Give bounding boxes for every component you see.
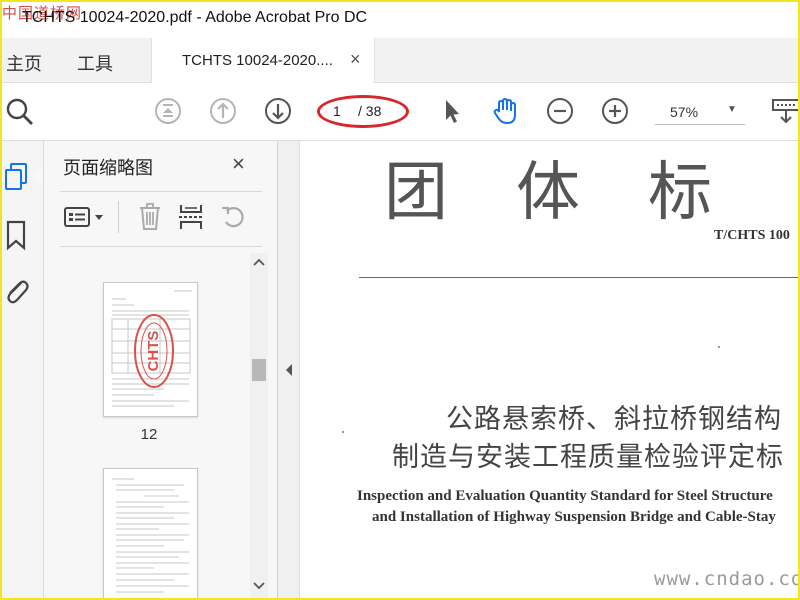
select-cursor-icon[interactable] xyxy=(436,96,466,126)
previous-page-icon[interactable] xyxy=(208,96,238,126)
scroll-down-icon xyxy=(253,582,265,590)
sidebar-rail xyxy=(0,141,44,600)
panel-title: 页面缩略图 xyxy=(63,158,153,178)
thumbnail-page-number: 12 xyxy=(140,426,158,443)
tab-home[interactable]: 主页 xyxy=(6,50,42,76)
page-speck xyxy=(342,431,344,433)
thumbnails-panel: 页面缩略图 × CHTS 12 xyxy=(44,141,278,600)
stamp-text: CHTS xyxy=(145,331,162,372)
next-page-icon[interactable] xyxy=(263,96,293,126)
bookmarks-icon[interactable] xyxy=(3,219,29,251)
toolbar: 1 / 38 57% ▼ xyxy=(0,83,800,141)
title-bar: 中国道桥网 TCHTS 10024-2020.pdf - Adobe Acrob… xyxy=(0,0,800,38)
panel-splitter[interactable] xyxy=(278,141,300,600)
title-en-line2: and Installation of Highway Suspension B… xyxy=(372,509,776,525)
divider xyxy=(60,246,262,247)
zoom-value: 57% xyxy=(670,104,699,120)
document-heading: 团体标 xyxy=(384,156,780,230)
tab-tools[interactable]: 工具 xyxy=(77,50,113,76)
scroll-up-icon xyxy=(253,258,265,266)
extract-pages-icon[interactable] xyxy=(176,202,206,232)
page-thumbnail[interactable] xyxy=(103,468,198,600)
active-panel-pointer xyxy=(32,166,42,186)
standard-code: T/CHTS 100 xyxy=(714,228,790,243)
chts-seal-stamp: CHTS xyxy=(132,311,176,391)
title-en-line1: Inspection and Evaluation Quantity Stand… xyxy=(357,488,773,504)
website-watermark: www.cndao.com xyxy=(654,568,800,590)
delete-page-icon[interactable] xyxy=(135,202,165,232)
page-speck xyxy=(718,346,720,348)
tab-document-label: TCHTS 10024-2020.... xyxy=(182,52,333,69)
zoom-dropdown[interactable]: 57% ▼ xyxy=(655,97,745,125)
search-icon[interactable] xyxy=(4,96,36,128)
title-cn-line2: 制造与安装工程质量检验评定标 xyxy=(392,442,784,473)
attachments-icon[interactable] xyxy=(2,275,30,307)
scroll-mode-icon[interactable] xyxy=(770,96,800,126)
collapse-panel-icon xyxy=(286,364,292,376)
page-thumbnails-icon[interactable] xyxy=(3,161,31,193)
title-cn-line1: 公路悬索桥、斜拉桥钢结构 xyxy=(446,404,782,435)
divider xyxy=(60,191,262,192)
thumbnail-options-button[interactable] xyxy=(63,205,107,229)
header-rule xyxy=(359,277,800,278)
chevron-down-icon: ▼ xyxy=(727,104,737,115)
thumbnail-scrollbar[interactable] xyxy=(250,253,268,598)
tab-document[interactable]: TCHTS 10024-2020.... × xyxy=(151,38,375,83)
scrollbar-thumb[interactable] xyxy=(252,359,266,381)
tab-close-button[interactable]: × xyxy=(350,49,361,70)
panel-close-button[interactable]: × xyxy=(232,151,245,177)
tab-bar: 主页 工具 TCHTS 10024-2020.... × xyxy=(0,38,800,83)
document-view[interactable]: 团体标 T/CHTS 100 公路悬索桥、斜拉桥钢结构 制造与安装工程质量检验评… xyxy=(300,141,800,600)
divider xyxy=(118,201,119,233)
hand-tool-icon[interactable] xyxy=(489,95,521,127)
red-highlight-annotation xyxy=(317,95,409,128)
window-title: TCHTS 10024-2020.pdf - Adobe Acrobat Pro… xyxy=(22,9,368,26)
zoom-out-icon[interactable] xyxy=(545,96,575,126)
rotate-icon[interactable] xyxy=(219,202,249,232)
first-page-icon[interactable] xyxy=(153,96,183,126)
zoom-in-icon[interactable] xyxy=(600,96,630,126)
